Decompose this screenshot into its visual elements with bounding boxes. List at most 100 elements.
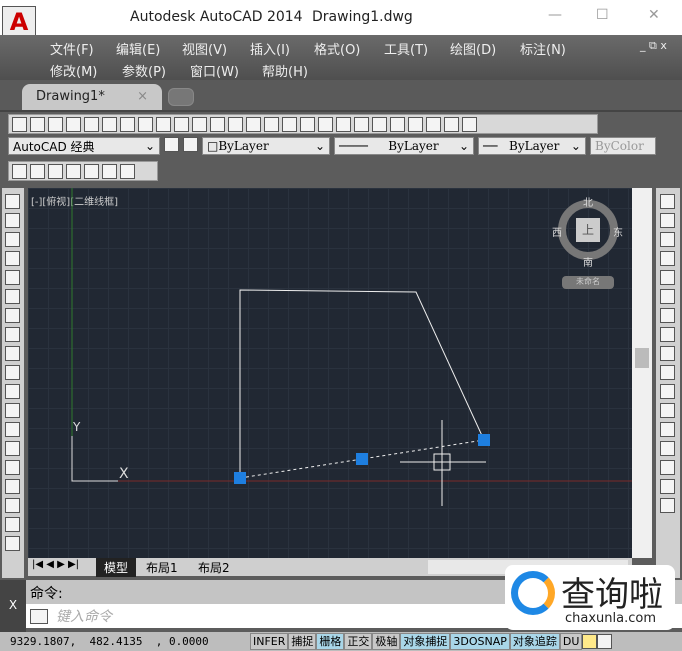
new-tab-button[interactable] [168,88,194,106]
grip-mid[interactable] [356,453,368,465]
application-menu-button[interactable]: A [2,6,36,38]
table-icon[interactable] [5,517,20,532]
toggle-grid[interactable]: 栅格 [316,633,345,650]
layer-remove-icon[interactable] [66,163,81,179]
workspace-settings-icon[interactable] [164,137,179,152]
copy-icon[interactable] [156,116,171,132]
tab-layout1[interactable]: 布局1 [146,559,178,576]
tool-palettes-icon[interactable] [372,116,387,132]
lineweight-select[interactable]: ── ByLayer ⌄ [478,137,586,155]
layer-icon[interactable] [30,163,45,179]
revcloud-icon[interactable] [5,327,20,342]
line-icon[interactable] [5,194,20,209]
vertical-scrollbar[interactable] [632,188,652,558]
fillet-icon[interactable] [660,460,675,475]
gradient-icon[interactable] [5,479,20,494]
customize-icon[interactable] [183,137,198,152]
toggle-osnap[interactable]: 对象捕捉 [400,633,451,650]
polyline-shape[interactable] [239,289,485,478]
array-icon[interactable] [660,270,675,285]
move-icon[interactable] [660,289,675,304]
document-window-controls[interactable]: _ ⧉ x [640,39,667,53]
mirror-icon[interactable] [660,232,675,247]
close-button[interactable]: ✕ [648,7,660,23]
new-icon[interactable] [12,116,27,132]
toggle-snap[interactable]: 捕捉 [288,633,317,650]
command-close-button[interactable]: X [0,580,26,632]
copy-object-icon[interactable] [660,213,675,228]
hatch-icon[interactable] [5,460,20,475]
text-style-icon[interactable] [462,116,477,132]
toggle-ortho[interactable]: 正交 [344,633,373,650]
color-select[interactable]: □ByLayer ⌄ [202,137,330,155]
publish-icon[interactable] [102,116,117,132]
chamfer-icon[interactable] [660,441,675,456]
point-icon[interactable] [5,441,20,456]
blend-icon[interactable] [660,479,675,494]
mtext-icon[interactable] [5,536,20,551]
markup-icon[interactable] [408,116,423,132]
trim-icon[interactable] [660,365,675,380]
maximize-button[interactable]: ☐ [596,7,609,23]
scroll-thumb[interactable] [635,348,649,368]
explode-icon[interactable] [660,498,675,513]
menu-format[interactable]: 格式(O) [314,39,360,58]
save-icon[interactable] [48,116,63,132]
view-manager-icon[interactable] [12,163,27,179]
make-block-icon[interactable] [5,422,20,437]
layer-add-icon[interactable] [48,163,63,179]
menu-parameter[interactable]: 参数(P) [122,61,166,80]
command-prompt-icon[interactable] [30,608,48,624]
zoom-realtime-icon[interactable] [282,116,297,132]
minimize-button[interactable]: — [548,7,562,23]
toggle-infer[interactable]: INFER [250,633,289,650]
grip-end[interactable] [478,434,490,446]
menu-insert[interactable]: 插入(I) [250,39,290,58]
insert-block-icon[interactable] [5,403,20,418]
rotate-icon[interactable] [660,308,675,323]
fullscreen-icon[interactable] [597,634,613,649]
extend-icon[interactable] [660,384,675,399]
circle-icon[interactable] [5,308,20,323]
polyline-icon[interactable] [5,232,20,247]
region-icon[interactable] [5,498,20,513]
tab-layout2[interactable]: 布局2 [198,559,230,576]
grip-start[interactable] [234,472,246,484]
spline-icon[interactable] [5,346,20,361]
menu-view[interactable]: 视图(V) [182,39,227,58]
plotstyle-select[interactable]: ByColor [590,137,656,155]
menu-modify[interactable]: 修改(M) [50,61,97,80]
menu-dimension[interactable]: 标注(N) [520,39,566,58]
construction-line-icon[interactable] [5,213,20,228]
rectangle-icon[interactable] [5,270,20,285]
arc-icon[interactable] [5,289,20,304]
plot-icon[interactable] [66,116,81,132]
3d-print-icon[interactable] [120,116,135,132]
open-icon[interactable] [30,116,45,132]
menu-help[interactable]: 帮助(H) [262,61,308,80]
block-editor-icon[interactable] [210,116,225,132]
drawing-canvas[interactable]: [-][俯视][二维线框] 上 北 南 东 西 未命名 Y X [28,188,632,558]
zoom-previous-icon[interactable] [318,116,333,132]
linetype-select[interactable]: ──── ByLayer ⌄ [334,137,474,155]
toggle-3dosnap[interactable]: 3DOSNAP [450,633,510,650]
workspace-select[interactable]: AutoCAD 经典 ⌄ [8,137,160,155]
menu-tools[interactable]: 工具(T) [384,39,428,58]
scale-icon[interactable] [660,327,675,342]
offset-icon[interactable] [660,251,675,266]
ellipse-arc-icon[interactable] [5,384,20,399]
stretch-icon[interactable] [660,346,675,361]
ellipse-icon[interactable] [5,365,20,380]
break-icon[interactable] [660,403,675,418]
paste-icon[interactable] [174,116,189,132]
layer-off-icon[interactable] [84,163,99,179]
join-icon[interactable] [660,422,675,437]
toggle-polar[interactable]: 极轴 [372,633,401,650]
polygon-icon[interactable] [5,251,20,266]
cut-icon[interactable] [138,116,153,132]
sheet-set-icon[interactable] [390,116,405,132]
view-delete-icon[interactable] [120,163,135,179]
menu-draw[interactable]: 绘图(D) [450,39,496,58]
redo-icon[interactable] [246,116,261,132]
match-properties-icon[interactable] [192,116,207,132]
